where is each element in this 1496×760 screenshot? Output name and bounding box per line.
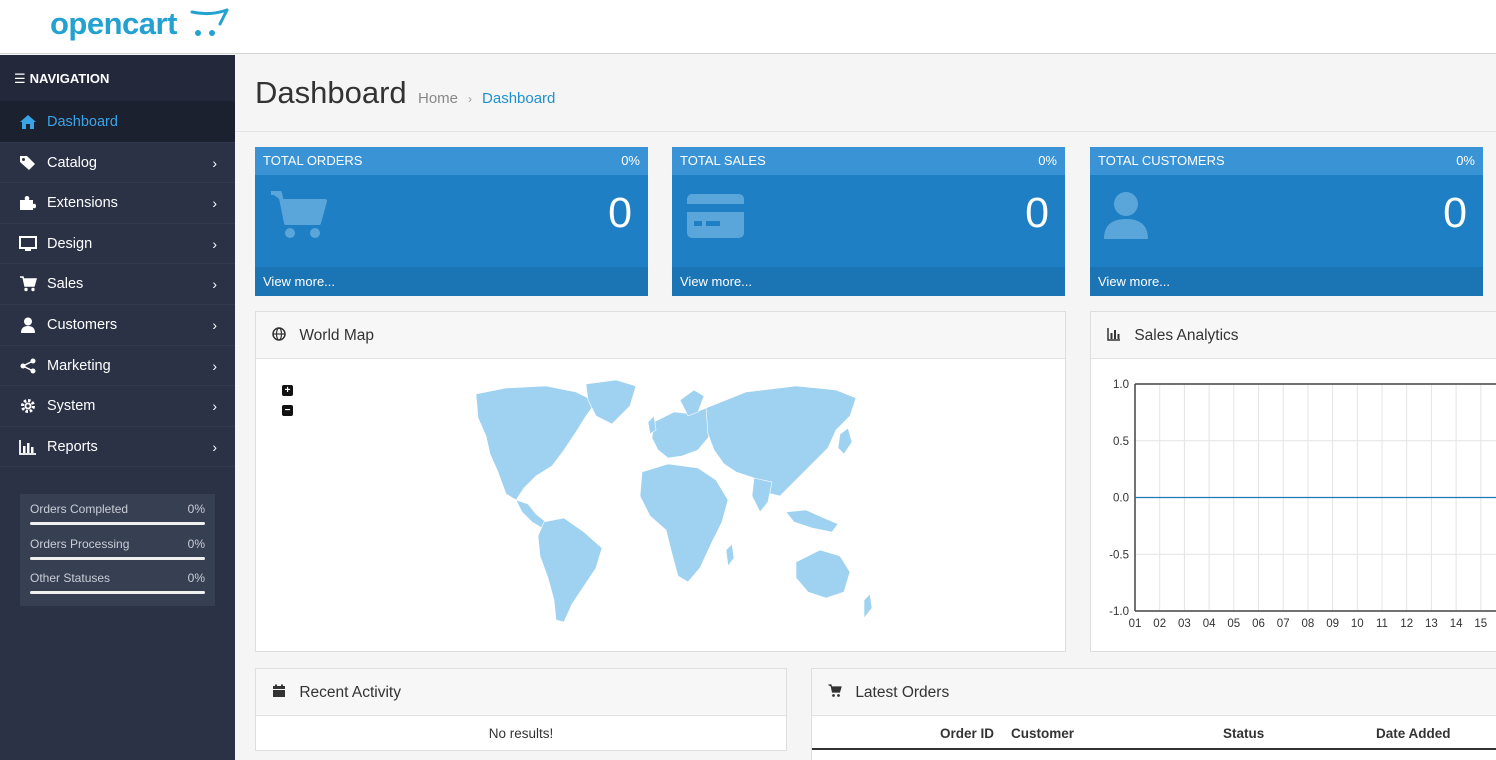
x-tick-label: 08 xyxy=(1302,618,1315,630)
bar-chart-icon xyxy=(19,439,36,455)
sidebar-item-extensions[interactable]: Extensions › xyxy=(0,183,235,224)
chevron-right-icon: › xyxy=(468,92,473,106)
sidebar-item-design[interactable]: Design › xyxy=(0,224,235,265)
breadcrumb-dashboard[interactable]: Dashboard xyxy=(482,90,555,107)
y-tick-label: 1.0 xyxy=(1113,379,1129,391)
chevron-right-icon: › xyxy=(212,398,217,415)
x-tick-label: 05 xyxy=(1227,618,1240,630)
x-tick-label: 10 xyxy=(1351,618,1364,630)
column-order-id[interactable]: Order ID xyxy=(940,726,994,741)
latest-orders-panel: Latest Orders Order ID Customer Status D… xyxy=(811,668,1496,760)
y-tick-label: 0.5 xyxy=(1113,436,1129,448)
recent-activity-panel: Recent Activity No results! xyxy=(255,668,787,751)
sidebar-item-catalog[interactable]: Catalog › xyxy=(0,143,235,184)
view-more-link[interactable]: View more... xyxy=(672,267,1065,296)
tag-icon xyxy=(20,155,35,170)
x-tick-label: 02 xyxy=(1153,618,1166,630)
column-status[interactable]: Status xyxy=(1223,726,1264,741)
progress-bar xyxy=(30,556,205,560)
x-tick-label: 07 xyxy=(1277,618,1290,630)
x-tick-label: 15 xyxy=(1474,618,1487,630)
order-status-summary: Orders Completed 0% Orders Processing 0% O… xyxy=(20,494,215,606)
puzzle-icon xyxy=(20,196,36,211)
globe-icon xyxy=(272,327,286,341)
bar-chart-icon xyxy=(1107,328,1120,341)
chevron-right-icon: › xyxy=(212,195,217,212)
credit-card-icon xyxy=(687,194,744,238)
y-tick-label: -1.0 xyxy=(1109,606,1129,618)
column-customer[interactable]: Customer xyxy=(1011,726,1074,741)
tile-total-customers: TOTAL CUSTOMERS 0% 0 View more... xyxy=(1090,147,1483,296)
chevron-right-icon: › xyxy=(212,276,217,293)
cart-icon xyxy=(828,684,842,697)
sidebar-item-marketing[interactable]: Marketing › xyxy=(0,346,235,387)
chevron-right-icon: › xyxy=(212,235,217,252)
orders-table-header: Order ID Customer Status Date Added xyxy=(812,716,1496,750)
chevron-right-icon: › xyxy=(212,438,217,455)
sidebar-item-system[interactable]: System › xyxy=(0,386,235,427)
user-icon xyxy=(21,317,35,333)
progress-bar xyxy=(30,522,205,525)
sidebar-item-customers[interactable]: Customers › xyxy=(0,305,235,346)
map-zoom-in-button[interactable]: + xyxy=(282,385,293,396)
breadcrumb-home[interactable]: Home xyxy=(418,90,458,107)
column-date-added[interactable]: Date Added xyxy=(1376,726,1451,741)
x-tick-label: 04 xyxy=(1203,618,1216,630)
x-tick-label: 03 xyxy=(1178,618,1191,630)
x-tick-label: 14 xyxy=(1450,618,1463,630)
sidebar-item-sales[interactable]: Sales › xyxy=(0,264,235,305)
no-results-text: No results! xyxy=(488,726,554,741)
progress-bar xyxy=(30,591,205,594)
monitor-icon xyxy=(19,235,37,251)
menu-icon: ☰ xyxy=(14,71,26,86)
home-icon xyxy=(20,115,36,129)
breadcrumb: Home › Dashboard xyxy=(418,90,555,107)
x-tick-label: 09 xyxy=(1326,618,1339,630)
status-orders-processing: Orders Processing 0% xyxy=(30,537,205,572)
tile-total-sales: TOTAL SALES 0% 0 View more... xyxy=(672,147,1065,296)
logo-cart-icon xyxy=(190,8,229,36)
world-map-panel: World Map + − xyxy=(255,311,1066,652)
sidebar-item-dashboard[interactable]: Dashboard xyxy=(0,102,235,143)
page-header: Dashboard Home › Dashboard xyxy=(235,55,1496,132)
sidebar-item-reports[interactable]: Reports › xyxy=(0,427,235,468)
top-header: opencart xyxy=(0,0,1496,54)
user-icon xyxy=(1104,192,1148,239)
y-tick-label: 0.0 xyxy=(1113,493,1129,505)
status-orders-completed: Orders Completed 0% xyxy=(30,502,205,537)
x-tick-label: 06 xyxy=(1252,618,1265,630)
tile-total-orders: TOTAL ORDERS 0% 0 View more... xyxy=(255,147,648,296)
x-tick-label: 12 xyxy=(1400,618,1413,630)
y-tick-label: -0.5 xyxy=(1109,549,1129,561)
gear-icon xyxy=(21,399,35,414)
share-icon xyxy=(20,358,36,374)
view-more-link[interactable]: View more... xyxy=(1090,267,1483,296)
navigation-title[interactable]: ☰ NAVIGATION xyxy=(0,55,235,102)
opencart-logo[interactable]: opencart xyxy=(50,6,177,42)
calendar-icon xyxy=(273,684,285,697)
x-tick-label: 01 xyxy=(1129,618,1142,630)
x-tick-label: 13 xyxy=(1425,618,1438,630)
world-map[interactable] xyxy=(436,372,886,632)
cart-icon xyxy=(20,276,37,292)
chevron-right-icon: › xyxy=(212,357,217,374)
page-title: Dashboard xyxy=(255,75,407,110)
status-other-statuses: Other Statuses 0% xyxy=(30,571,205,606)
chevron-right-icon: › xyxy=(212,316,217,333)
x-tick-label: 11 xyxy=(1376,618,1388,630)
sales-analytics-panel: Sales Analytics 1.0 0.5 0.0 -0.5 -1.0 01 02 03 0… xyxy=(1090,311,1496,652)
chevron-right-icon: › xyxy=(212,154,217,171)
cart-icon xyxy=(271,191,327,238)
view-more-link[interactable]: View more... xyxy=(255,267,648,296)
sales-analytics-chart: 1.0 0.5 0.0 -0.5 -1.001 02 03 04 05 06 07 08 09 10 11 1… xyxy=(1109,379,1496,630)
sidebar: ☰ NAVIGATION Dashboard Catalog › Extensio… xyxy=(0,55,235,760)
map-zoom-out-button[interactable]: − xyxy=(282,405,293,416)
